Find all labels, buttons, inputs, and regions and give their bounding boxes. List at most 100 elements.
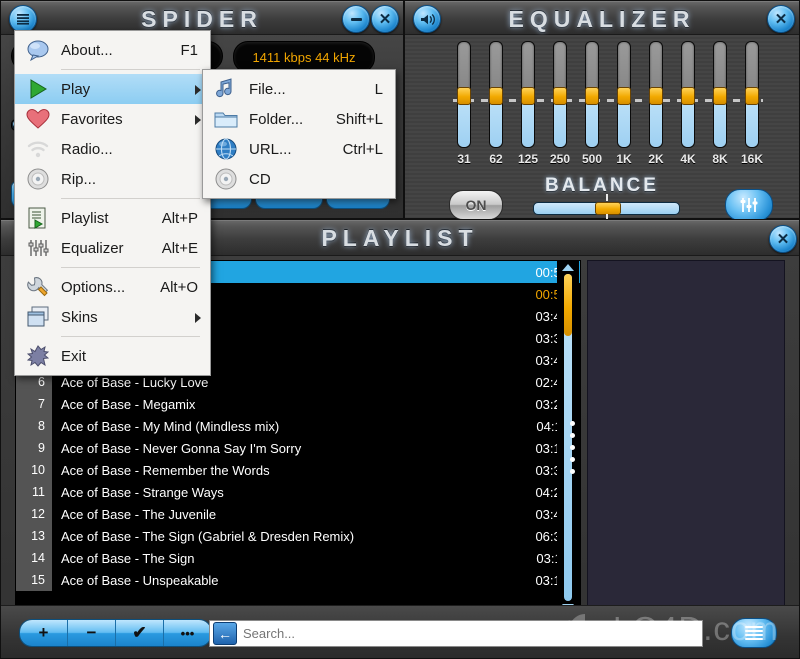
eq-band-track[interactable] [617, 41, 631, 148]
row-index: 9 [16, 437, 52, 459]
menu-item-label: Favorites [61, 110, 123, 128]
search-input[interactable] [241, 625, 702, 642]
menu-item-radio[interactable]: Radio... [15, 134, 210, 164]
menu-item-label: Skins [61, 308, 98, 326]
eq-band-8K[interactable]: 8K [709, 41, 731, 166]
menu-item-label: Options... [61, 278, 126, 296]
menu-item-options[interactable]: Options... Alt+O [15, 272, 210, 302]
menu-separator [61, 69, 200, 70]
eq-band-knob[interactable] [521, 87, 535, 105]
list-menu-icon[interactable] [731, 618, 777, 648]
menu-item-playlist[interactable]: Playlist Alt+P [15, 203, 210, 233]
row-index: 11 [16, 481, 52, 503]
playlist-action-buttons: + − ✔ ••• [19, 619, 212, 647]
playlist-scrollbar[interactable] [557, 261, 579, 614]
eq-band-knob[interactable] [681, 87, 695, 105]
sliders-icon[interactable] [725, 189, 773, 221]
close-icon[interactable] [767, 5, 795, 33]
minimize-icon[interactable] [342, 5, 370, 33]
table-row[interactable]: 11 Ace of Base - Strange Ways 04:21 [16, 481, 580, 503]
eq-band-track[interactable] [713, 41, 727, 148]
eq-band-knob[interactable] [585, 87, 599, 105]
menu-item-play[interactable]: Play [15, 74, 210, 104]
menu-item-shortcut: F1 [180, 41, 198, 59]
close-icon[interactable] [769, 225, 797, 253]
equalizer-on-button[interactable]: ON [449, 190, 503, 220]
eq-band-track[interactable] [649, 41, 663, 148]
eq-band-1K[interactable]: 1K [613, 41, 635, 166]
eq-band-track[interactable] [585, 41, 599, 148]
eq-band-knob[interactable] [745, 87, 759, 105]
balance-knob[interactable] [594, 202, 621, 215]
menu-item-exit[interactable]: Exit [15, 341, 210, 371]
table-row[interactable]: 8 Ace of Base - My Mind (Mindless mix) 04:… [16, 415, 580, 437]
balance-slider[interactable] [533, 194, 680, 221]
windows-icon [15, 306, 61, 328]
eq-band-track[interactable] [489, 41, 503, 148]
menu-item-equalizer[interactable]: Equalizer Alt+E [15, 233, 210, 263]
confirm-button[interactable]: ✔ [116, 620, 164, 646]
back-arrow-icon[interactable]: ← [213, 622, 237, 645]
chevron-right-icon [195, 313, 201, 323]
table-row[interactable]: 10 Ace of Base - Remember the Words 03:36 [16, 459, 580, 481]
remove-button[interactable]: − [68, 620, 116, 646]
eq-band-125[interactable]: 125 [517, 41, 539, 166]
eq-band-label: 31 [457, 152, 471, 166]
eq-band-track[interactable] [681, 41, 695, 148]
music-note-icon [203, 78, 249, 100]
menu-item-cd[interactable]: CD [203, 164, 395, 194]
row-index: 10 [16, 459, 52, 481]
balloon-icon [15, 39, 61, 61]
eq-band-31[interactable]: 31 [453, 41, 475, 166]
menu-item-label: Exit [61, 347, 87, 365]
menu-item-about[interactable]: About... F1 [15, 35, 210, 65]
eq-band-2K[interactable]: 2K [645, 41, 667, 166]
menu-separator [61, 267, 200, 268]
eq-band-track[interactable] [521, 41, 535, 148]
equalizer-title: EQUALIZER [508, 6, 696, 32]
eq-band-knob[interactable] [457, 87, 471, 105]
add-button[interactable]: + [20, 620, 68, 646]
menu-item-skins[interactable]: Skins [15, 302, 210, 332]
row-index: 15 [16, 569, 52, 591]
row-title: Ace of Base - The Juvenile [61, 506, 217, 522]
eq-band-knob[interactable] [617, 87, 631, 105]
eq-band-62[interactable]: 62 [485, 41, 507, 166]
search-box[interactable]: ← [209, 620, 703, 647]
table-row[interactable]: 12 Ace of Base - The Juvenile 03:44 [16, 503, 580, 525]
scrollbar-thumb[interactable] [564, 274, 572, 336]
menu-item-folder[interactable]: Folder... Shift+L [203, 104, 395, 134]
menu-item-rip[interactable]: Rip... [15, 164, 210, 194]
table-row[interactable]: 9 Ace of Base - Never Gonna Say I'm Sorry… [16, 437, 580, 459]
more-button[interactable]: ••• [164, 620, 211, 646]
close-icon[interactable] [371, 5, 399, 33]
menu-item-file[interactable]: File... L [203, 74, 395, 104]
menu-item-url[interactable]: URL... Ctrl+L [203, 134, 395, 164]
table-row[interactable]: 15 Ace of Base - Unspeakable 03:14 [16, 569, 580, 591]
heart-icon [15, 108, 61, 130]
menu-item-label: Playlist [61, 209, 109, 227]
play-submenu[interactable]: File... L Folder... Shift+L URL... Ctrl+L CD [202, 69, 396, 199]
eq-band-knob[interactable] [489, 87, 503, 105]
folder-icon [203, 109, 249, 129]
menu-item-favorites[interactable]: Favorites [15, 104, 210, 134]
main-menu[interactable]: About... F1 Play Favorites Radio... Rip... Pla… [14, 30, 211, 376]
eq-band-250[interactable]: 250 [549, 41, 571, 166]
menu-item-shortcut: L [374, 80, 383, 98]
eq-band-500[interactable]: 500 [581, 41, 603, 166]
list-menu-glyph [745, 624, 763, 642]
scroll-up-arrow[interactable] [562, 264, 574, 271]
table-row[interactable]: 14 Ace of Base - The Sign 03:11 [16, 547, 580, 569]
eq-band-16K[interactable]: 16K [741, 41, 763, 166]
table-row[interactable]: 13 Ace of Base - The Sign (Gabriel & Dres… [16, 525, 580, 547]
eq-band-knob[interactable] [553, 87, 567, 105]
eq-band-track[interactable] [745, 41, 759, 148]
row-title: Ace of Base - My Mind (Mindless mix) [61, 418, 280, 434]
eq-band-track[interactable] [457, 41, 471, 148]
table-row[interactable]: 7 Ace of Base - Megamix 03:20 [16, 393, 580, 415]
eq-band-knob[interactable] [649, 87, 663, 105]
eq-band-track[interactable] [553, 41, 567, 148]
balance-tick-top [605, 194, 608, 201]
eq-band-knob[interactable] [713, 87, 727, 105]
eq-band-4K[interactable]: 4K [677, 41, 699, 166]
